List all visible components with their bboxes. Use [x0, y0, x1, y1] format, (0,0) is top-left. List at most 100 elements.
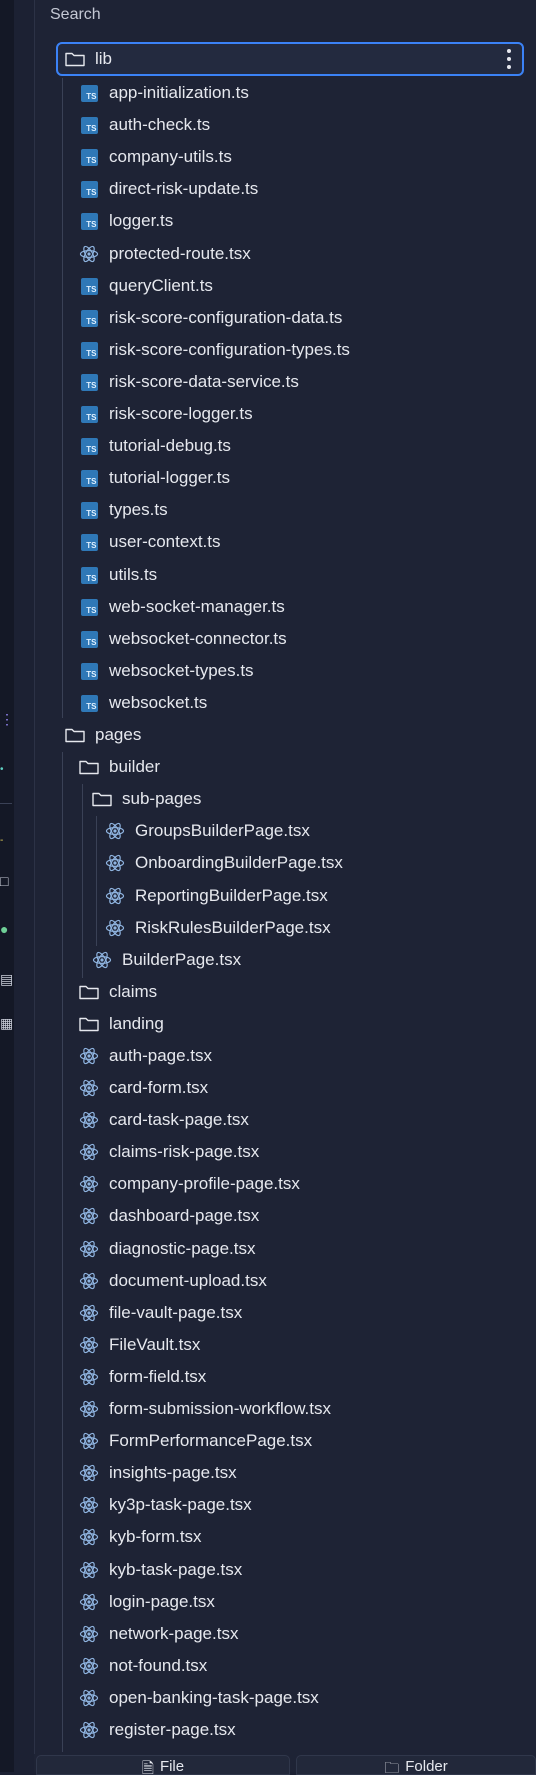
react-icon: [79, 1399, 99, 1419]
list-item[interactable]: TS websocket-types.ts: [0, 655, 536, 687]
ts-icon: TS: [79, 83, 99, 103]
list-item[interactable]: TS web-socket-manager.ts: [0, 591, 536, 623]
file-name-label: protected-route.tsx: [109, 244, 251, 263]
file-name-label: kyb-form.tsx: [109, 1527, 202, 1546]
ts-icon: TS: [79, 404, 99, 424]
list-item[interactable]: FileVault.tsx: [0, 1329, 536, 1361]
folder-icon: [79, 1014, 99, 1034]
list-item[interactable]: TS company-utils.ts: [0, 141, 536, 173]
folder-builder[interactable]: builder: [0, 751, 536, 783]
folder-pages[interactable]: pages: [0, 719, 536, 751]
list-item[interactable]: TS websocket.ts: [0, 687, 536, 719]
ts-icon: TS: [79, 436, 99, 456]
list-item[interactable]: diagnostic-page.tsx: [0, 1233, 536, 1265]
list-item[interactable]: FormPerformancePage.tsx: [0, 1425, 536, 1457]
search-label[interactable]: Search: [50, 6, 101, 24]
list-item[interactable]: TS user-context.ts: [0, 526, 536, 558]
list-item[interactable]: dashboard-page.tsx: [0, 1200, 536, 1232]
file-name-label: websocket-connector.ts: [109, 629, 287, 648]
more-vertical-icon[interactable]: [504, 47, 514, 71]
list-item[interactable]: OnboardingBuilderPage.tsx: [0, 847, 536, 879]
react-icon: [79, 1688, 99, 1708]
ts-icon: TS: [79, 308, 99, 328]
list-item[interactable]: card-form.tsx: [0, 1072, 536, 1104]
list-item[interactable]: TS utils.ts: [0, 559, 536, 591]
react-icon: [79, 1592, 99, 1612]
react-icon: [79, 1367, 99, 1387]
list-item[interactable]: not-found.tsx: [0, 1650, 536, 1682]
ts-icon: TS: [79, 629, 99, 649]
react-icon: [79, 1527, 99, 1547]
list-item[interactable]: TS risk-score-configuration-data.ts: [0, 302, 536, 334]
list-item[interactable]: claims-risk-page.tsx: [0, 1136, 536, 1168]
list-item[interactable]: TS logger.ts: [0, 205, 536, 237]
list-item[interactable]: TS app-initialization.ts: [0, 77, 536, 109]
new-file-label: File: [159, 1758, 185, 1775]
list-item[interactable]: kyb-form.tsx: [0, 1521, 536, 1553]
react-icon: [79, 1335, 99, 1355]
list-item[interactable]: login-page.tsx: [0, 1586, 536, 1618]
file-name-label: claims-risk-page.tsx: [109, 1142, 260, 1161]
list-item[interactable]: TS tutorial-logger.ts: [0, 462, 536, 494]
list-item[interactable]: company-profile-page.tsx: [0, 1168, 536, 1200]
file-name-label: risk-score-configuration-types.ts: [109, 340, 350, 359]
file-name-label: insights-page.tsx: [109, 1463, 237, 1482]
file-name-label: queryClient.ts: [109, 276, 213, 295]
list-item[interactable]: GroupsBuilderPage.tsx: [0, 815, 536, 847]
file-name-label: ky3p-task-page.tsx: [109, 1495, 252, 1514]
ts-icon: TS: [79, 276, 99, 296]
list-item[interactable]: document-upload.tsx: [0, 1265, 536, 1297]
file-name-label: websocket.ts: [109, 693, 208, 712]
file-name-label: web-socket-manager.ts: [109, 597, 285, 616]
react-icon: [79, 1046, 99, 1066]
ts-icon: TS: [79, 340, 99, 360]
folder-landing[interactable]: landing: [0, 1008, 536, 1040]
list-item[interactable]: TS websocket-connector.ts: [0, 623, 536, 655]
file-name-label: utils.ts: [109, 565, 158, 584]
new-folder-button[interactable]: 🗀 Folder: [296, 1755, 536, 1775]
list-item[interactable]: card-task-page.tsx: [0, 1104, 536, 1136]
file-name-label: risk-score-data-service.ts: [109, 372, 299, 391]
list-item[interactable]: TS queryClient.ts: [0, 270, 536, 302]
list-item[interactable]: TS tutorial-debug.ts: [0, 430, 536, 462]
list-item[interactable]: TS risk-score-logger.ts: [0, 398, 536, 430]
react-icon: [105, 886, 125, 906]
file-name-label: company-utils.ts: [109, 147, 232, 166]
file-name-label: dashboard-page.tsx: [109, 1206, 260, 1225]
list-item[interactable]: TS risk-score-configuration-types.ts: [0, 334, 536, 366]
file-name-label: GroupsBuilderPage.tsx: [135, 821, 310, 840]
list-item[interactable]: file-vault-page.tsx: [0, 1297, 536, 1329]
folder-icon: [65, 49, 85, 69]
list-item[interactable]: protected-route.tsx: [0, 238, 536, 270]
react-icon: [79, 1206, 99, 1226]
react-icon: [79, 244, 99, 264]
file-name-label: auth-check.ts: [109, 115, 211, 134]
file-name-label: FormPerformancePage.tsx: [109, 1431, 313, 1450]
list-item[interactable]: TS types.ts: [0, 494, 536, 526]
ts-icon: TS: [79, 211, 99, 231]
file-name-label: OnboardingBuilderPage.tsx: [135, 853, 343, 872]
folder-sub-pages[interactable]: sub-pages: [0, 783, 536, 815]
list-item[interactable]: ky3p-task-page.tsx: [0, 1489, 536, 1521]
list-item[interactable]: RiskRulesBuilderPage.tsx: [0, 912, 536, 944]
list-item[interactable]: open-banking-task-page.tsx: [0, 1682, 536, 1714]
file-name-label: risk-score-configuration-data.ts: [109, 308, 343, 327]
list-item[interactable]: network-page.tsx: [0, 1618, 536, 1650]
list-item[interactable]: TS direct-risk-update.ts: [0, 173, 536, 205]
file-name-label: card-form.tsx: [109, 1078, 209, 1097]
folder-lib[interactable]: lib: [0, 43, 536, 75]
list-item[interactable]: insights-page.tsx: [0, 1457, 536, 1489]
list-item[interactable]: form-field.tsx: [0, 1361, 536, 1393]
file-name-label: not-found.tsx: [109, 1656, 208, 1675]
list-item[interactable]: TS risk-score-data-service.ts: [0, 366, 536, 398]
new-file-button[interactable]: 🗎 File: [36, 1755, 290, 1775]
list-item[interactable]: BuilderPage.tsx: [0, 944, 536, 976]
list-item[interactable]: TS auth-check.ts: [0, 109, 536, 141]
list-item[interactable]: auth-page.tsx: [0, 1040, 536, 1072]
list-item[interactable]: ReportingBuilderPage.tsx: [0, 880, 536, 912]
list-item[interactable]: form-submission-workflow.tsx: [0, 1393, 536, 1425]
list-item[interactable]: kyb-task-page.tsx: [0, 1554, 536, 1586]
folder-claims[interactable]: claims: [0, 976, 536, 1008]
file-name-label: file-vault-page.tsx: [109, 1303, 243, 1322]
list-item[interactable]: register-page.tsx: [0, 1714, 536, 1746]
